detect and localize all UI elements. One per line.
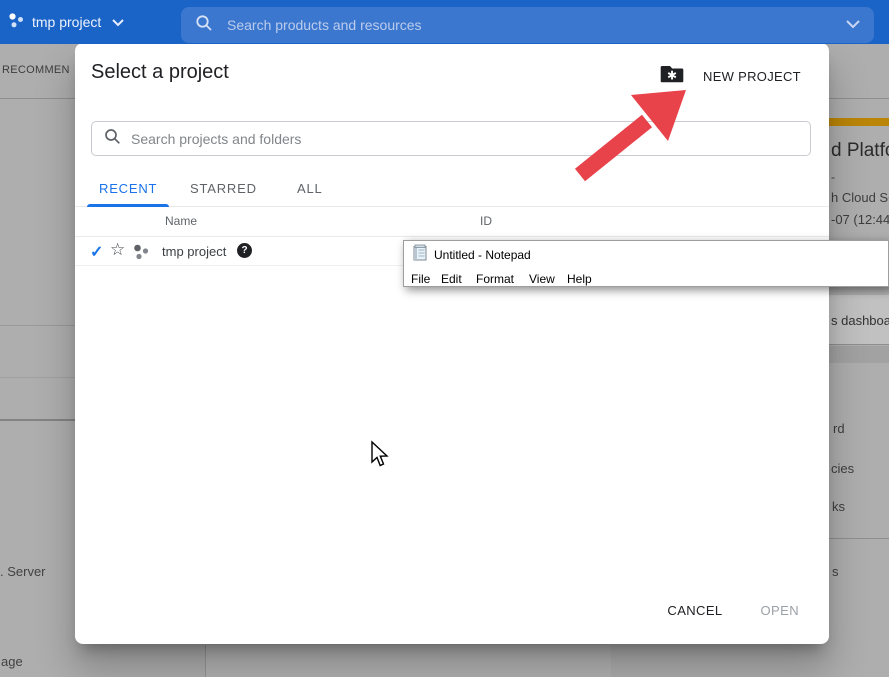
bg-link-rd: rd xyxy=(833,421,845,436)
svg-text:✱: ✱ xyxy=(667,69,677,83)
new-project-folder-icon: ✱ xyxy=(659,61,685,92)
bg-divider xyxy=(0,325,75,326)
new-project-label: NEW PROJECT xyxy=(703,69,801,84)
project-logo-icon xyxy=(8,12,25,32)
bg-platform-title: d Platfor xyxy=(831,140,889,162)
bg-timestamp: -07 (12:44: xyxy=(831,212,889,227)
dialog-tabs: RECENT STARRED ALL xyxy=(75,174,829,207)
bg-cloud-sc: h Cloud SC xyxy=(831,190,889,205)
tab-starred[interactable]: STARRED xyxy=(190,181,257,196)
project-search-input[interactable] xyxy=(131,131,798,147)
chevron-down-icon xyxy=(112,14,124,30)
bg-divider xyxy=(0,419,75,421)
notepad-menubar: File Edit Format View Help xyxy=(404,269,888,287)
menu-format[interactable]: Format xyxy=(476,272,514,286)
search-icon xyxy=(104,128,121,150)
notepad-window: Untitled - Notepad File Edit Format View… xyxy=(403,240,889,287)
project-switcher[interactable]: tmp project xyxy=(8,12,124,32)
notepad-title: Untitled - Notepad xyxy=(434,248,531,262)
selected-check-icon: ✓ xyxy=(90,242,103,262)
bg-divider xyxy=(829,538,889,539)
search-icon xyxy=(195,14,213,37)
cancel-button[interactable]: CANCEL xyxy=(661,595,728,626)
star-icon[interactable]: ☆ xyxy=(110,240,125,260)
column-header-name: Name xyxy=(165,214,197,228)
bg-card xyxy=(206,645,611,677)
bg-server-label: . Server xyxy=(0,564,46,579)
project-switcher-label: tmp project xyxy=(32,14,101,30)
global-search-bar[interactable] xyxy=(181,7,874,43)
help-icon[interactable]: ? xyxy=(237,243,252,258)
project-name: tmp project xyxy=(162,244,226,259)
bg-divider xyxy=(0,377,75,378)
menu-edit[interactable]: Edit xyxy=(441,272,462,286)
notepad-icon xyxy=(412,244,428,266)
project-logo-icon xyxy=(132,243,150,266)
new-project-button[interactable]: ✱ NEW PROJECT xyxy=(655,57,805,96)
bg-recommended-label: RECOMMEN xyxy=(2,64,70,76)
tab-all[interactable]: ALL xyxy=(297,181,323,196)
open-button[interactable]: OPEN xyxy=(755,595,805,626)
bg-link-cies: cies xyxy=(831,461,854,476)
menu-help[interactable]: Help xyxy=(567,272,592,286)
select-project-dialog: Select a project ✱ NEW PROJECT RECENT ST… xyxy=(75,43,829,644)
menu-view[interactable]: View xyxy=(529,272,555,286)
bg-dashboard-link: s dashboar xyxy=(831,313,889,328)
bg-band xyxy=(829,346,889,363)
bg-status-yellow-bar xyxy=(829,118,889,126)
notepad-titlebar[interactable]: Untitled - Notepad xyxy=(404,241,888,269)
dialog-actions: CANCEL OPEN xyxy=(661,595,805,626)
column-header-id: ID xyxy=(480,214,492,228)
console-header: tmp project xyxy=(0,0,889,44)
active-tab-underline xyxy=(87,204,169,207)
menu-file[interactable]: File xyxy=(411,272,430,286)
bg-storage-label: age xyxy=(1,654,23,669)
global-search-input[interactable] xyxy=(227,17,846,33)
project-search-box[interactable] xyxy=(91,121,811,156)
dialog-title: Select a project xyxy=(91,61,229,84)
chevron-down-icon[interactable] xyxy=(846,16,860,34)
bg-dash: - xyxy=(831,170,835,184)
bg-link-ks: ks xyxy=(832,499,845,514)
bg-link-s: s xyxy=(832,564,839,579)
tab-recent[interactable]: RECENT xyxy=(99,181,157,196)
